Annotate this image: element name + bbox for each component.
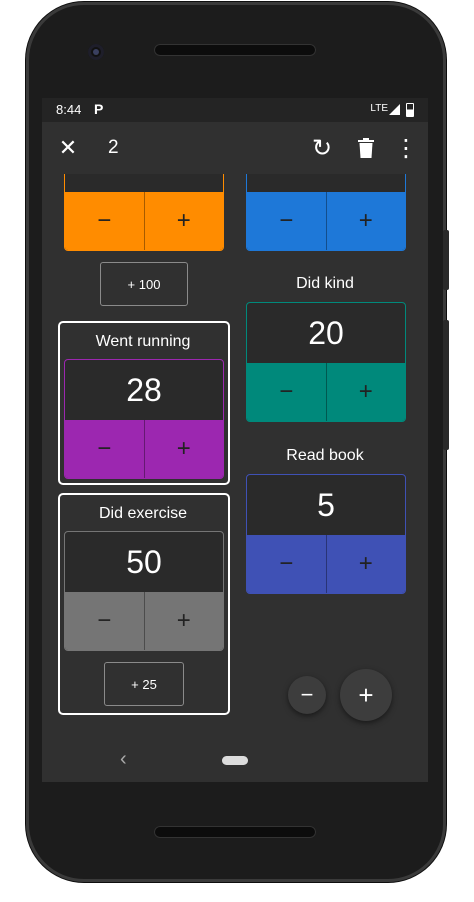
counter-title: Read book (286, 447, 364, 464)
close-icon[interactable]: ✕ (54, 134, 82, 162)
decrement-button[interactable]: − (65, 192, 144, 250)
battery-icon (406, 103, 414, 117)
top-speaker (154, 44, 316, 56)
status-bar: 8:44 P LTE (42, 98, 428, 122)
counter-blue: − + (246, 174, 406, 251)
selected-count: 2 (108, 137, 119, 158)
increment-button[interactable]: + (325, 363, 405, 421)
counter-title: Did kind (296, 275, 354, 292)
decrement-button[interactable]: − (247, 535, 326, 593)
increment-all-fab[interactable]: + (340, 669, 392, 721)
decrement-button[interactable]: − (65, 592, 144, 650)
counter-did-exercise: 50 − + (64, 531, 224, 651)
counter-went-running: 28 − + (64, 359, 224, 479)
decrement-button[interactable]: − (247, 192, 326, 250)
decrement-button[interactable]: − (65, 420, 144, 478)
counter-did-exercise-buttons: − + (65, 592, 223, 650)
counter-orange-buttons: − + (65, 192, 223, 250)
counter-blue-buttons: − + (247, 192, 405, 250)
add-100-button[interactable]: + 100 (100, 262, 188, 306)
screen: 8:44 P LTE ✕ 2 ↻ ⋮ − + − + + 100 Went ru… (42, 98, 428, 782)
increment-button[interactable]: + (325, 192, 405, 250)
counter-title: Went running (95, 333, 191, 350)
counter-read-book-buttons: − + (247, 535, 405, 593)
increment-button[interactable]: + (143, 420, 223, 478)
counter-did-kind: 20 − + (246, 302, 406, 422)
delete-icon[interactable] (352, 134, 380, 162)
power-button (443, 320, 449, 450)
counter-value: 50 (126, 543, 162, 580)
network-type: LTE (370, 103, 388, 114)
action-toolbar: ✕ 2 ↻ ⋮ (42, 122, 428, 174)
decrement-all-fab[interactable]: − (288, 676, 326, 714)
system-nav-bar: ‹ (42, 740, 428, 782)
add-25-button[interactable]: + 25 (104, 662, 184, 706)
counter-read-book: 5 − + (246, 474, 406, 594)
counter-value: 5 (317, 486, 335, 523)
app-notification-icon: P (94, 101, 104, 117)
volume-button (443, 230, 449, 290)
increment-button[interactable]: + (143, 592, 223, 650)
counter-grid: − + − + + 100 Went running 28 − + Did ex… (42, 174, 428, 740)
decrement-button[interactable]: − (247, 363, 326, 421)
status-time: 8:44 (56, 102, 82, 117)
increment-button[interactable]: + (325, 535, 405, 593)
front-camera (88, 44, 104, 60)
undo-icon[interactable]: ↻ (308, 134, 336, 162)
more-options-icon[interactable]: ⋮ (392, 134, 420, 162)
home-pill-icon[interactable] (222, 756, 248, 765)
counter-value: 28 (126, 371, 162, 408)
counter-did-kind-buttons: − + (247, 363, 405, 421)
bottom-speaker (154, 826, 316, 838)
signal-icon (389, 104, 400, 115)
counter-went-running-buttons: − + (65, 420, 223, 478)
counter-orange: − + (64, 174, 224, 251)
increment-button[interactable]: + (143, 192, 223, 250)
back-icon[interactable]: ‹ (120, 748, 127, 771)
counter-title: Did exercise (98, 505, 188, 522)
counter-value: 20 (308, 314, 344, 351)
